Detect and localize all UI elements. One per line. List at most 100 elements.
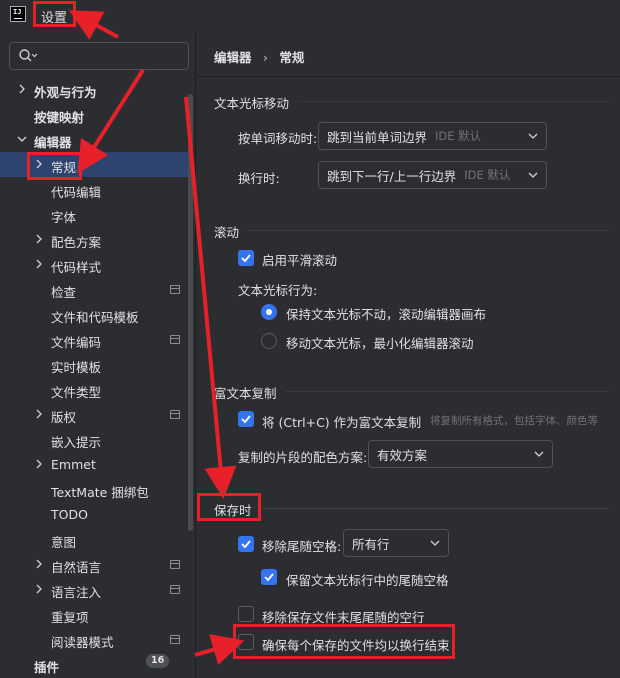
sidebar-item[interactable]: 插件 16 [0,652,188,677]
chevron-right-icon[interactable] [34,459,44,469]
line-move-label: 换行时: [238,171,280,186]
breadcrumb-current: 常规 [279,50,305,65]
section-rich-copy: 富文本复制 [214,386,277,401]
sidebar-item-label: 文件类型 [51,385,102,400]
sidebar-item[interactable]: Emmet [0,452,188,477]
settings-content: 编辑器 › 常规 文本光标移动 按单词移动时: 跳到当前单词边界 IDE 默认 … [197,30,620,678]
sidebar-item-label: 按键映射 [34,110,85,125]
chevron-down-icon [528,133,538,139]
chevron-right-icon[interactable] [34,409,44,419]
word-move-value: 跳到当前单词边界 [327,129,428,145]
sidebar-item[interactable]: TODO [0,502,188,527]
check-icon [241,254,251,263]
word-move-select[interactable]: 跳到当前单词边界 IDE 默认 [318,122,547,150]
project-level-icon [170,410,180,419]
radio-keep-caret-label: 保持文本光标不动，滚动编辑器画布 [286,307,487,322]
chevron-down-icon[interactable] [17,134,27,144]
word-move-hint: IDE 默认 [435,129,482,143]
radio-move-caret-label: 移动文本光标，最小化编辑器滚动 [286,336,474,351]
line-move-select[interactable]: 跳到下一行/上一行边界 IDE 默认 [318,161,547,189]
chevron-right-icon[interactable] [34,559,44,569]
line-move-value: 跳到下一行/上一行边界 [327,168,457,184]
sidebar-item-label: 插件 [34,660,60,675]
chevron-right-icon[interactable] [34,584,44,594]
sidebar-item[interactable]: 代码样式 [0,252,188,277]
sidebar-item-label: 文件和代码模板 [51,310,139,325]
sidebar-item[interactable]: 文件类型 [0,377,188,402]
project-level-icon [170,635,180,644]
scheme-label: 复制的片段的配色方案: [238,450,368,465]
sidebar-item-label: 代码编辑 [51,185,102,200]
section-caret-movement: 文本光标移动 [214,96,290,111]
sidebar-item[interactable]: 版权 [0,402,188,427]
sidebar-item[interactable]: 编辑器 [0,127,188,152]
sidebar-item[interactable]: 文件编码 [0,327,188,352]
sidebar-item[interactable]: 字体 [0,202,188,227]
annotation-box-ensure-newline [233,624,455,659]
settings-sidebar: 外观与行为 按键映射 编辑器 常规 代码编辑 字体 配色方案 代码样式 检查 文件和代码模板 文件编… [0,30,196,678]
strip-spaces-value: 所有行 [352,536,390,552]
radio-keep-caret[interactable] [261,304,277,320]
chevron-right-icon[interactable] [34,259,44,269]
sidebar-item-label: 编辑器 [34,135,72,150]
annotation-box-title [33,1,76,27]
sidebar-item[interactable]: 嵌入提示 [0,427,188,452]
breadcrumb-separator: › [262,50,269,65]
strip-spaces-label: 移除尾随空格: [262,539,342,554]
sidebar-item[interactable]: 重复项 [0,602,188,627]
caret-behavior-label: 文本光标行为: [238,283,318,298]
sidebar-item-label: 代码样式 [51,260,102,275]
sidebar-item[interactable]: 文件和代码模板 [0,302,188,327]
sidebar-item[interactable]: 意图 [0,527,188,552]
check-icon [241,540,251,549]
rich-copy-checkbox[interactable] [238,411,254,427]
sidebar-item-label: 检查 [51,285,77,300]
title-bar: IJ 设置 [0,0,620,30]
remove-blank-lines-checkbox[interactable] [238,606,254,622]
chevron-down-icon [534,451,544,457]
sidebar-item[interactable]: 检查 [0,277,188,302]
sidebar-item[interactable]: 自然语言 [0,552,188,577]
strip-spaces-select[interactable]: 所有行 [343,529,449,557]
sidebar-item[interactable]: TextMate 捆绑包 [0,477,188,502]
smooth-scroll-checkbox[interactable] [238,250,254,266]
chevron-right-icon[interactable] [34,234,44,244]
breadcrumb-parent[interactable]: 编辑器 [214,50,252,65]
sidebar-item[interactable]: 阅读器模式 [0,627,188,652]
chevron-down-icon [430,540,440,546]
sidebar-scrollbar[interactable] [188,94,193,531]
sidebar-item-label: 配色方案 [51,235,102,250]
sidebar-item-label: 意图 [51,535,77,550]
check-icon [241,415,251,424]
sidebar-item[interactable]: 按键映射 [0,102,188,127]
sidebar-item[interactable]: 代码编辑 [0,177,188,202]
keep-caret-spaces-label: 保留文本光标行中的尾随空格 [286,573,449,588]
project-level-icon [170,285,180,294]
annotation-box-on-save [197,493,261,521]
keep-caret-spaces-checkbox[interactable] [261,569,277,585]
project-level-icon [170,585,180,594]
line-move-hint: IDE 默认 [464,168,511,182]
radio-move-caret[interactable] [261,333,277,349]
breadcrumb: 编辑器 › 常规 [214,47,304,66]
header-divider [197,76,620,77]
strip-spaces-checkbox[interactable] [238,536,254,552]
chevron-right-icon[interactable] [17,84,27,94]
section-rule [245,230,609,231]
sidebar-item-label: TextMate 捆绑包 [51,485,149,500]
sidebar-item[interactable]: 实时模板 [0,352,188,377]
sidebar-item-label: 自然语言 [51,560,102,575]
sidebar-item[interactable]: 配色方案 [0,227,188,252]
sidebar-item-label: Emmet [51,457,96,472]
sidebar-item-label: TODO [51,507,88,522]
app-logo-icon: IJ [10,6,26,22]
project-level-icon [170,335,180,344]
section-rule [260,508,609,509]
search-input[interactable] [9,42,189,70]
sidebar-item[interactable]: 外观与行为 [0,77,188,102]
sidebar-item-label: 嵌入提示 [51,435,102,450]
word-move-label: 按单词移动时: [238,131,318,146]
check-icon [264,573,274,582]
scheme-select[interactable]: 有效方案 [368,440,553,468]
sidebar-item[interactable]: 语言注入 [0,577,188,602]
